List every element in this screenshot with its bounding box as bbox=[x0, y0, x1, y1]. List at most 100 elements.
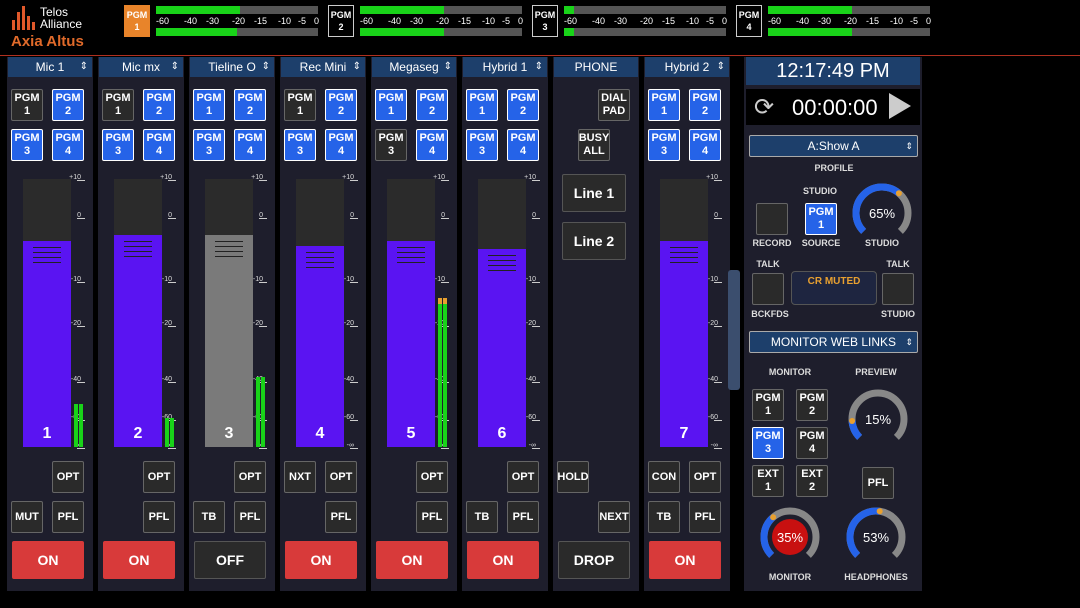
channel-fader[interactable]: 1 bbox=[23, 179, 71, 447]
studio-knob[interactable]: 65% bbox=[850, 181, 914, 245]
channel-on-off-button[interactable]: OFF bbox=[194, 541, 266, 579]
channel-pgm-4-button[interactable]: PGM 4 bbox=[416, 129, 448, 161]
channel-pgm-2-button[interactable]: PGM 2 bbox=[143, 89, 175, 121]
timer-play-icon[interactable] bbox=[889, 93, 911, 119]
channel-pgm-1-button[interactable]: PGM 1 bbox=[375, 89, 407, 121]
dial-pad-button[interactable]: DIAL PAD bbox=[598, 89, 630, 121]
header-pgm-4-button[interactable]: PGM 4 bbox=[736, 5, 762, 37]
channel-pgm-1-button[interactable]: PGM 1 bbox=[648, 89, 680, 121]
channel-select[interactable]: Mic mx ⇕ bbox=[99, 57, 183, 77]
channel-on-off-button[interactable]: ON bbox=[376, 541, 448, 579]
channel-pfl-button[interactable]: PFL bbox=[507, 501, 539, 533]
monitor-source-button[interactable]: EXT 1 bbox=[752, 465, 784, 497]
channel-on-off-button[interactable]: ON bbox=[285, 541, 357, 579]
channel-opt-button[interactable]: OPT bbox=[234, 461, 266, 493]
channel-fader[interactable]: 3 bbox=[205, 179, 253, 447]
channel-pgm-4-button[interactable]: PGM 4 bbox=[507, 129, 539, 161]
channel-pfl-button[interactable]: PFL bbox=[689, 501, 721, 533]
channel-mut-button[interactable]: MUT bbox=[11, 501, 43, 533]
channel-pgm-2-button[interactable]: PGM 2 bbox=[507, 89, 539, 121]
line-2-button[interactable]: Line 2 bbox=[562, 222, 626, 260]
channel-pfl-button[interactable]: PFL bbox=[325, 501, 357, 533]
channel-pgm-4-button[interactable]: PGM 4 bbox=[234, 129, 266, 161]
monitor-source-button[interactable]: PGM 3 bbox=[752, 427, 784, 459]
record-button[interactable] bbox=[756, 203, 788, 235]
channel-pgm-4-button[interactable]: PGM 4 bbox=[52, 129, 84, 161]
channel-pgm-2-button[interactable]: PGM 2 bbox=[52, 89, 84, 121]
header-pgm-3-button[interactable]: PGM 3 bbox=[532, 5, 558, 37]
header-pgm-2-button[interactable]: PGM 2 bbox=[328, 5, 354, 37]
channel-select[interactable]: Mic 1 ⇕ bbox=[8, 57, 92, 77]
channel-opt-button[interactable]: OPT bbox=[689, 461, 721, 493]
channel-nxt-button[interactable]: NXT bbox=[284, 461, 316, 493]
drop-button[interactable]: DROP bbox=[558, 541, 630, 579]
channel-pgm-1-button[interactable]: PGM 1 bbox=[11, 89, 43, 121]
channel-on-off-button[interactable]: ON bbox=[467, 541, 539, 579]
channel-fader[interactable]: 2 bbox=[114, 179, 162, 447]
channel-on-off-button[interactable]: ON bbox=[649, 541, 721, 579]
talk-studio-button[interactable] bbox=[882, 273, 914, 305]
hold-button[interactable]: HOLD bbox=[557, 461, 589, 493]
channel-tb-button[interactable]: TB bbox=[648, 501, 680, 533]
channel-pgm-3-button[interactable]: PGM 3 bbox=[284, 129, 316, 161]
monitor-source-button[interactable]: PGM 4 bbox=[796, 427, 828, 459]
panel-collapse-handle[interactable] bbox=[728, 270, 740, 390]
channel-tb-button[interactable]: TB bbox=[466, 501, 498, 533]
channel-select[interactable]: Hybrid 1 ⇕ bbox=[463, 57, 547, 77]
channel-on-off-button[interactable]: ON bbox=[103, 541, 175, 579]
channel-tb-button[interactable]: TB bbox=[193, 501, 225, 533]
busy-all-button[interactable]: BUSY ALL bbox=[578, 129, 610, 161]
headphones-knob[interactable]: 53% bbox=[844, 505, 908, 569]
source-pgm-1-button[interactable]: PGM 1 bbox=[805, 203, 837, 235]
channel-pgm-1-button[interactable]: PGM 1 bbox=[284, 89, 316, 121]
channel-select[interactable]: Tieline O ⇕ bbox=[190, 57, 274, 77]
channel-pfl-button[interactable]: PFL bbox=[143, 501, 175, 533]
channel-pgm-3-button[interactable]: PGM 3 bbox=[648, 129, 680, 161]
channel-pgm-2-button[interactable]: PGM 2 bbox=[689, 89, 721, 121]
channel-pgm-4-button[interactable]: PGM 4 bbox=[689, 129, 721, 161]
channel-pgm-3-button[interactable]: PGM 3 bbox=[102, 129, 134, 161]
channel-pgm-2-button[interactable]: PGM 2 bbox=[234, 89, 266, 121]
channel-pgm-3-button[interactable]: PGM 3 bbox=[375, 129, 407, 161]
channel-pfl-button[interactable]: PFL bbox=[234, 501, 266, 533]
channel-pfl-button[interactable]: PFL bbox=[52, 501, 84, 533]
timer-reset-icon[interactable]: ⟳ bbox=[754, 93, 774, 122]
channel-select[interactable]: Megaseg ⇕ bbox=[372, 57, 456, 77]
channel-opt-button[interactable]: OPT bbox=[52, 461, 84, 493]
channel-fader[interactable]: 4 bbox=[296, 179, 344, 447]
channel-pgm-3-button[interactable]: PGM 3 bbox=[11, 129, 43, 161]
channel-opt-button[interactable]: OPT bbox=[143, 461, 175, 493]
channel-con-button[interactable]: CON bbox=[648, 461, 680, 493]
channel-select[interactable]: Hybrid 2 ⇕ bbox=[645, 57, 729, 77]
channel-fader[interactable]: 7 bbox=[660, 179, 708, 447]
monitor-source-button[interactable]: PGM 2 bbox=[796, 389, 828, 421]
monitor-web-links-select[interactable]: MONITOR WEB LINKS ⇕ bbox=[749, 331, 918, 353]
channel-fader[interactable]: 5 bbox=[387, 179, 435, 447]
channel-pgm-1-button[interactable]: PGM 1 bbox=[193, 89, 225, 121]
channel-pgm-2-button[interactable]: PGM 2 bbox=[325, 89, 357, 121]
channel-pgm-2-button[interactable]: PGM 2 bbox=[416, 89, 448, 121]
monitor-source-button[interactable]: EXT 2 bbox=[796, 465, 828, 497]
channel-fader[interactable]: 6 bbox=[478, 179, 526, 447]
channel-opt-button[interactable]: OPT bbox=[507, 461, 539, 493]
channel-pgm-1-button[interactable]: PGM 1 bbox=[466, 89, 498, 121]
channel-pgm-3-button[interactable]: PGM 3 bbox=[466, 129, 498, 161]
pfl-button[interactable]: PFL bbox=[862, 467, 894, 499]
monitor-source-button[interactable]: PGM 1 bbox=[752, 389, 784, 421]
monitor-knob[interactable]: 35% bbox=[758, 505, 822, 569]
next-button[interactable]: NEXT bbox=[598, 501, 630, 533]
show-select[interactable]: A:Show A ⇕ bbox=[749, 135, 918, 157]
talk-bckfds-button[interactable] bbox=[752, 273, 784, 305]
line-1-button[interactable]: Line 1 bbox=[562, 174, 626, 212]
channel-on-off-button[interactable]: ON bbox=[12, 541, 84, 579]
channel-pgm-3-button[interactable]: PGM 3 bbox=[193, 129, 225, 161]
channel-opt-button[interactable]: OPT bbox=[416, 461, 448, 493]
preview-knob[interactable]: 15% bbox=[846, 387, 910, 451]
channel-opt-button[interactable]: OPT bbox=[325, 461, 357, 493]
channel-pgm-1-button[interactable]: PGM 1 bbox=[102, 89, 134, 121]
channel-pfl-button[interactable]: PFL bbox=[416, 501, 448, 533]
header-pgm-1-button[interactable]: PGM 1 bbox=[124, 5, 150, 37]
channel-select[interactable]: Rec Mini ⇕ bbox=[281, 57, 365, 77]
channel-pgm-4-button[interactable]: PGM 4 bbox=[325, 129, 357, 161]
channel-pgm-4-button[interactable]: PGM 4 bbox=[143, 129, 175, 161]
